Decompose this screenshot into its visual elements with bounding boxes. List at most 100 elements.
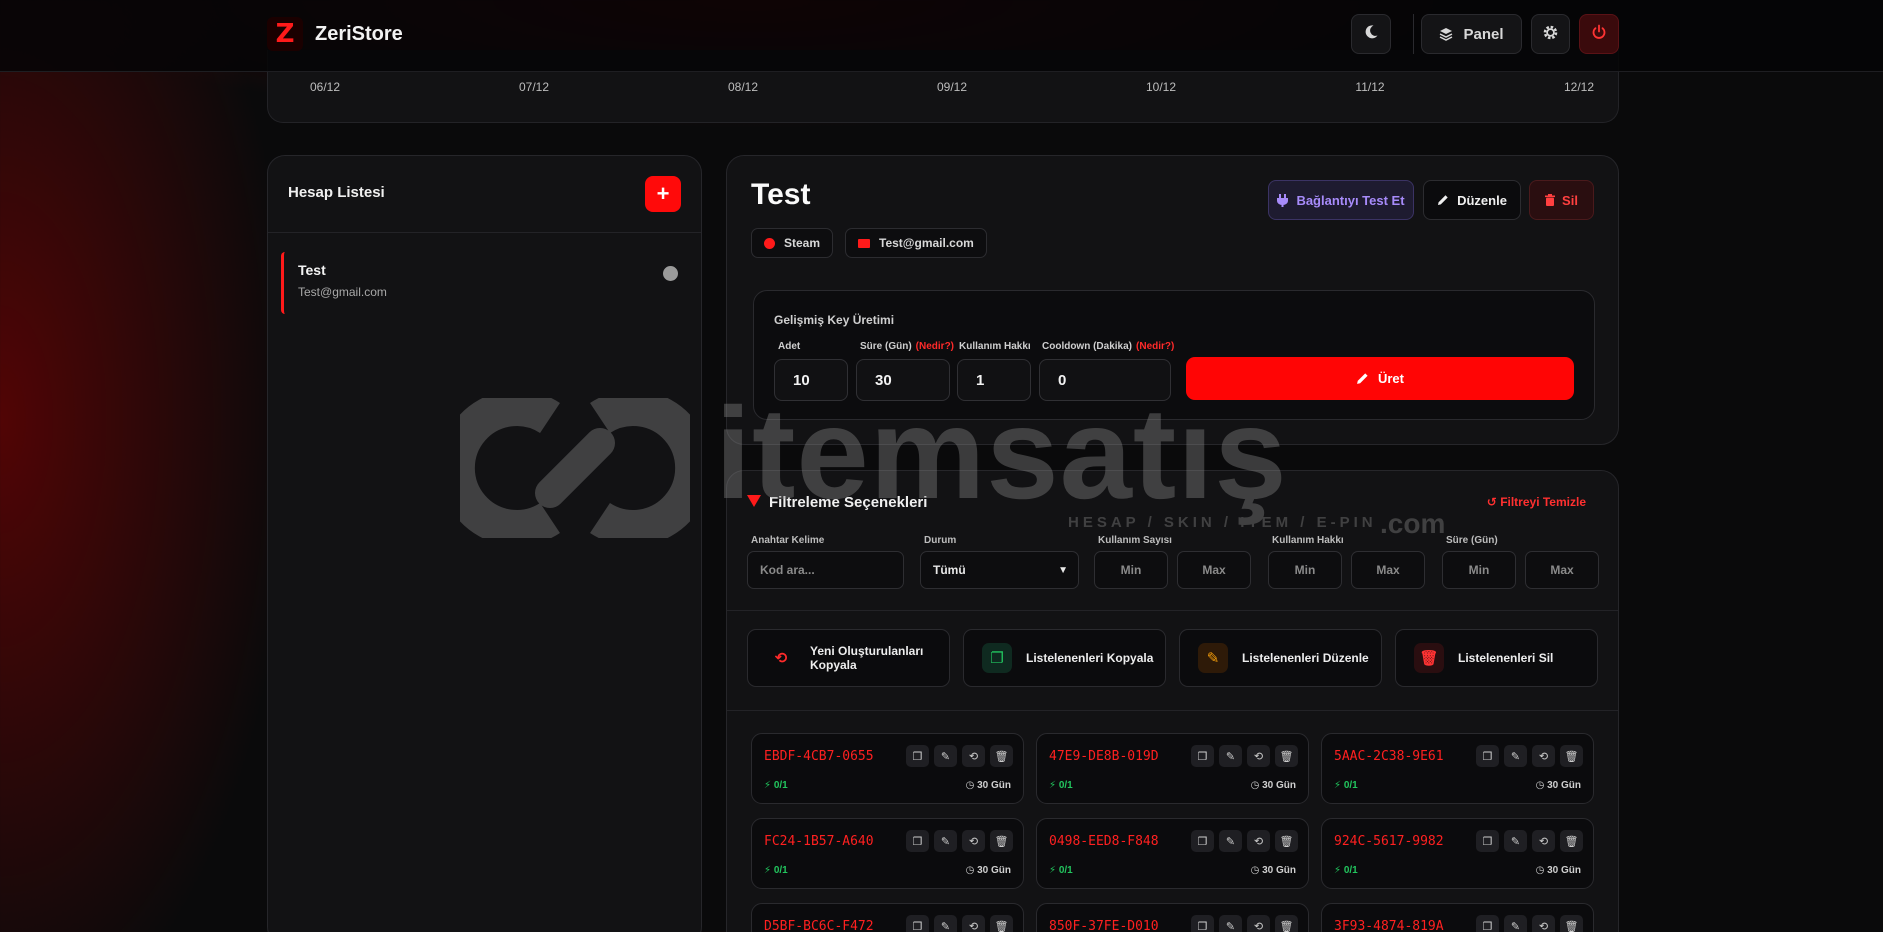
delete-key-button[interactable]: 🗑 bbox=[1560, 745, 1583, 767]
key-code[interactable]: 850F-37FE-D010 bbox=[1049, 919, 1159, 932]
cooldown-help-link[interactable]: (Nedir?) bbox=[1136, 341, 1174, 352]
account-list-item[interactable]: Test Test@gmail.com bbox=[281, 252, 696, 314]
key-usage: ⚡ 0/1 bbox=[1049, 865, 1073, 876]
key-usage-value: 0/1 bbox=[773, 865, 788, 876]
key-card[interactable]: FC24-1B57-A640 ❐ ✎ ⟲ 🗑 ⚡ 0/1 ◷ 30 Gün bbox=[751, 818, 1024, 889]
edit-key-button[interactable]: ✎ bbox=[1219, 915, 1242, 932]
delete-key-button[interactable]: 🗑 bbox=[1275, 745, 1298, 767]
trash-icon: 🗑 bbox=[1564, 920, 1579, 932]
delete-key-button[interactable]: 🗑 bbox=[1275, 915, 1298, 932]
key-card[interactable]: 47E9-DE8B-019D ❐ ✎ ⟲ 🗑 ⚡ 0/1 ◷ 30 Gün bbox=[1036, 733, 1309, 804]
key-card[interactable]: 850F-37FE-D010❐✎⟲🗑⚡ 0/1◷ 30 Gün bbox=[1036, 903, 1309, 932]
duration-max-input[interactable]: Max bbox=[1525, 551, 1599, 589]
usage-count-min-input[interactable]: Min bbox=[1094, 551, 1168, 589]
copy-icon: ❐ bbox=[1197, 835, 1208, 848]
key-card[interactable]: 3F93-4874-819A❐✎⟲🗑⚡ 0/1◷ 30 Gün bbox=[1321, 903, 1594, 932]
copy-key-button[interactable]: ❐ bbox=[1191, 830, 1214, 852]
edit-key-button[interactable]: ✎ bbox=[1219, 745, 1242, 767]
logout-button[interactable] bbox=[1579, 14, 1619, 54]
key-actions: ❐ ✎ ⟲ 🗑 bbox=[1191, 915, 1298, 932]
reset-key-button[interactable]: ⟲ bbox=[1247, 745, 1270, 767]
reset-key-button[interactable]: ⟲ bbox=[1532, 915, 1555, 932]
copy-key-button[interactable]: ❐ bbox=[1191, 915, 1214, 932]
copy-key-button[interactable]: ❐ bbox=[1476, 745, 1499, 767]
reset-key-button[interactable]: ⟲ bbox=[962, 915, 985, 932]
delete-listed-keys-button[interactable]: 🗑 Listelenenleri Sil bbox=[1395, 629, 1598, 687]
delete-key-button[interactable]: 🗑 bbox=[990, 915, 1013, 932]
copy-listed-keys-button[interactable]: ❐ Listelenenleri Kopyala bbox=[963, 629, 1166, 687]
key-code[interactable]: FC24-1B57-A640 bbox=[764, 834, 874, 849]
edit-key-button[interactable]: ✎ bbox=[1504, 915, 1527, 932]
copy-key-button[interactable]: ❐ bbox=[906, 915, 929, 932]
usage-limit-label: Kullanım Hakkı bbox=[959, 341, 1031, 352]
edit-account-button[interactable]: Düzenle bbox=[1423, 180, 1521, 220]
history-icon: ⟲ bbox=[968, 750, 979, 763]
key-code[interactable]: 3F93-4874-819A bbox=[1334, 919, 1444, 932]
reset-key-button[interactable]: ⟲ bbox=[1532, 745, 1555, 767]
reset-key-button[interactable]: ⟲ bbox=[1532, 830, 1555, 852]
key-code[interactable]: D5BF-BC6C-F472 bbox=[764, 919, 874, 932]
brand[interactable]: Z ZeriStore bbox=[267, 17, 403, 51]
copy-key-button[interactable]: ❐ bbox=[1476, 915, 1499, 932]
copy-new-keys-button[interactable]: ⟲ Yeni Oluşturulanları Kopyala bbox=[747, 629, 950, 687]
cooldown-input[interactable]: 0 bbox=[1039, 359, 1171, 401]
duration-days-input[interactable]: 30 bbox=[856, 359, 950, 401]
reset-key-button[interactable]: ⟲ bbox=[962, 745, 985, 767]
settings-button[interactable] bbox=[1531, 14, 1570, 54]
usage-right-max-input[interactable]: Max bbox=[1351, 551, 1425, 589]
delete-key-button[interactable]: 🗑 bbox=[1275, 830, 1298, 852]
edit-listed-keys-button[interactable]: ✎ Listelenenleri Düzenle bbox=[1179, 629, 1382, 687]
key-card[interactable]: 5AAC-2C38-9E61 ❐ ✎ ⟲ 🗑 ⚡ 0/1 ◷ 30 Gün bbox=[1321, 733, 1594, 804]
key-card[interactable]: 924C-5617-9982 ❐ ✎ ⟲ 🗑 ⚡ 0/1 ◷ 30 Gün bbox=[1321, 818, 1594, 889]
copy-icon: ❐ bbox=[1197, 750, 1208, 763]
test-connection-button[interactable]: Bağlantıyı Test Et bbox=[1268, 180, 1414, 220]
edit-key-button[interactable]: ✎ bbox=[934, 915, 957, 932]
edit-key-button[interactable]: ✎ bbox=[1504, 745, 1527, 767]
add-account-button[interactable]: + bbox=[645, 176, 681, 212]
key-card[interactable]: 0498-EED8-F848 ❐ ✎ ⟲ 🗑 ⚡ 0/1 ◷ 30 Gün bbox=[1036, 818, 1309, 889]
edit-key-button[interactable]: ✎ bbox=[1504, 830, 1527, 852]
delete-account-button[interactable]: Sil bbox=[1529, 180, 1594, 220]
quantity-label: Adet bbox=[778, 341, 801, 352]
cooldown-label: Cooldown (Dakika) (Nedir?) bbox=[1042, 341, 1175, 352]
key-code[interactable]: 47E9-DE8B-019D bbox=[1049, 749, 1159, 764]
edit-icon: ✎ bbox=[1198, 643, 1228, 673]
copy-key-button[interactable]: ❐ bbox=[906, 745, 929, 767]
delete-key-button[interactable]: 🗑 bbox=[1560, 830, 1583, 852]
key-code[interactable]: 924C-5617-9982 bbox=[1334, 834, 1444, 849]
history-icon: ⟲ bbox=[968, 835, 979, 848]
generate-keys-button[interactable]: Üret bbox=[1186, 357, 1574, 400]
keyword-search-input[interactable]: Kod ara... bbox=[747, 551, 904, 589]
status-select[interactable]: Tümü ▼ bbox=[920, 551, 1079, 589]
clear-filter-button[interactable]: ↺ Filtreyi Temizle bbox=[1487, 495, 1586, 509]
key-code[interactable]: 0498-EED8-F848 bbox=[1049, 834, 1159, 849]
edit-key-button[interactable]: ✎ bbox=[934, 745, 957, 767]
duration-min-input[interactable]: Min bbox=[1442, 551, 1516, 589]
key-code[interactable]: EBDF-4CB7-0655 bbox=[764, 749, 874, 764]
reset-key-button[interactable]: ⟲ bbox=[1247, 915, 1270, 932]
usage-limit-input[interactable]: 1 bbox=[957, 359, 1031, 401]
copy-key-button[interactable]: ❐ bbox=[906, 830, 929, 852]
usage-right-min-input[interactable]: Min bbox=[1268, 551, 1342, 589]
edit-key-button[interactable]: ✎ bbox=[1219, 830, 1242, 852]
chart-date-label: 10/12 bbox=[1145, 80, 1177, 94]
copy-key-button[interactable]: ❐ bbox=[1476, 830, 1499, 852]
delete-key-button[interactable]: 🗑 bbox=[990, 830, 1013, 852]
history-icon: ⟲ bbox=[1253, 750, 1264, 763]
key-card[interactable]: EBDF-4CB7-0655 ❐ ✎ ⟲ 🗑 ⚡ 0/1 ◷ 30 Gün bbox=[751, 733, 1024, 804]
edit-listed-keys-label: Listelenenleri Düzenle bbox=[1242, 651, 1369, 665]
duration-help-link[interactable]: (Nedir?) bbox=[916, 341, 954, 352]
reset-key-button[interactable]: ⟲ bbox=[962, 830, 985, 852]
panel-button[interactable]: Panel bbox=[1421, 14, 1522, 54]
quantity-input[interactable]: 10 bbox=[774, 359, 848, 401]
key-code[interactable]: 5AAC-2C38-9E61 bbox=[1334, 749, 1444, 764]
copy-key-button[interactable]: ❐ bbox=[1191, 745, 1214, 767]
usage-count-max-input[interactable]: Max bbox=[1177, 551, 1251, 589]
delete-key-button[interactable]: 🗑 bbox=[990, 745, 1013, 767]
edit-key-button[interactable]: ✎ bbox=[934, 830, 957, 852]
trash-icon: 🗑 bbox=[1414, 643, 1444, 673]
reset-key-button[interactable]: ⟲ bbox=[1247, 830, 1270, 852]
delete-key-button[interactable]: 🗑 bbox=[1560, 915, 1583, 932]
theme-toggle-button[interactable] bbox=[1351, 14, 1391, 54]
key-card[interactable]: D5BF-BC6C-F472❐✎⟲🗑⚡ 0/1◷ 30 Gün bbox=[751, 903, 1024, 932]
